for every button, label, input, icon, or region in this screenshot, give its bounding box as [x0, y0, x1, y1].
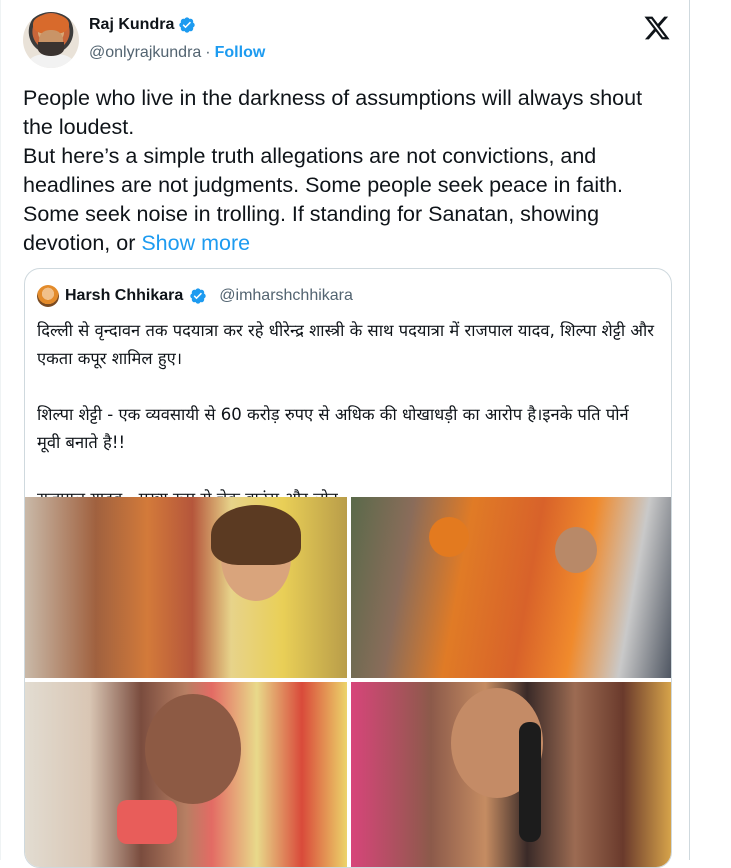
quoted-tweet-header: Harsh Chhikara @imharshchhikara	[37, 285, 353, 307]
author-handle-row: @onlyrajkundra · Follow	[89, 44, 265, 62]
media-photo-4[interactable]	[351, 682, 671, 867]
tweet-text-line-2: But here’s a simple truth allegations ar…	[23, 142, 663, 258]
media-photo-1[interactable]	[25, 497, 347, 678]
quoted-tweet[interactable]: Harsh Chhikara @imharshchhikara दिल्ली स…	[24, 268, 672, 868]
quoted-author-name: Harsh Chhikara	[65, 287, 184, 304]
verified-badge-icon	[179, 17, 196, 33]
tweet-card: Raj Kundra @onlyrajkundra · Follow Peopl…	[0, 0, 690, 868]
quoted-paragraph-1: दिल्ली से वृन्दावन तक पदयात्रा कर रहे धी…	[37, 321, 654, 368]
tweet-text-line-2-content: But here’s a simple truth allegations ar…	[23, 144, 624, 255]
author-name-row: Raj Kundra	[89, 16, 196, 34]
follow-button[interactable]: Follow	[215, 44, 266, 62]
quoted-author-avatar	[37, 285, 59, 307]
author-handle[interactable]: @onlyrajkundra	[89, 44, 201, 62]
author-avatar[interactable]	[23, 12, 79, 68]
x-logo-icon[interactable]	[643, 14, 671, 42]
quoted-media-grid	[25, 497, 671, 867]
author-name[interactable]: Raj Kundra	[89, 16, 174, 34]
tweet-text: People who live in the darkness of assum…	[23, 84, 663, 258]
quoted-paragraph-2: शिल्पा शेट्टी - एक व्यवसायी से 60 करोड़ …	[37, 405, 629, 452]
media-photo-3[interactable]	[25, 682, 347, 867]
tweet-text-line-1: People who live in the darkness of assum…	[23, 86, 643, 139]
quoted-author-handle: @imharshchhikara	[219, 287, 353, 304]
tweet-header: Raj Kundra @onlyrajkundra · Follow	[23, 10, 673, 70]
separator-dot: ·	[205, 44, 211, 61]
media-photo-2[interactable]	[351, 497, 671, 678]
verified-badge-icon	[190, 288, 206, 304]
show-more-link[interactable]: Show more	[141, 231, 250, 255]
